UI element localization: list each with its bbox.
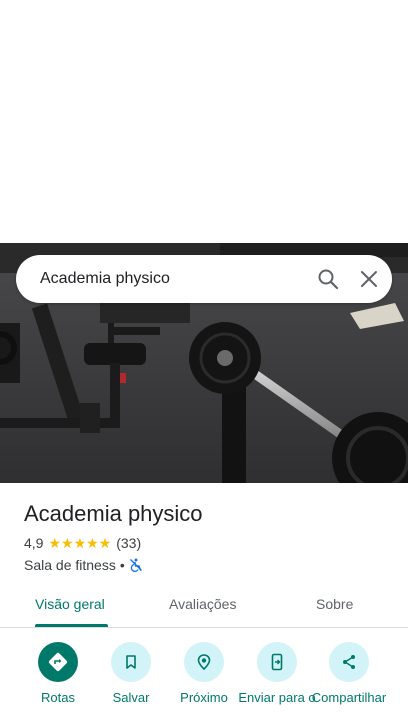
rating-value: 4,9 <box>24 535 44 551</box>
tab-bar: Visão geral Avaliações Sobre <box>0 588 408 628</box>
map-blank-area <box>0 0 408 243</box>
directions-label: Rotas <box>41 690 75 705</box>
directions-icon <box>38 642 78 682</box>
tab-about[interactable]: Sobre <box>316 596 353 612</box>
review-count: (33) <box>116 535 142 551</box>
share-button[interactable]: Compartilhar <box>309 642 389 705</box>
separator: • <box>119 557 125 573</box>
share-icon <box>329 642 369 682</box>
search-icon[interactable] <box>316 267 340 291</box>
share-label: Compartilhar <box>311 690 387 705</box>
action-bar: Rotas Salvar Próximo Enviar para o Compa… <box>0 640 408 726</box>
close-icon[interactable] <box>357 267 381 291</box>
save-button[interactable]: Salvar <box>91 642 171 705</box>
wheelchair-inaccessible-icon <box>128 557 144 573</box>
send-to-phone-button[interactable]: Enviar para o <box>237 642 317 705</box>
nearby-label: Próximo <box>180 690 228 705</box>
category-row: Sala de fitness • <box>24 556 394 574</box>
send-to-phone-label: Enviar para o <box>238 690 316 705</box>
send-to-phone-icon <box>257 642 297 682</box>
place-info: Academia physico 4,9 ★★★★★ (33) Sala de … <box>24 500 394 574</box>
active-tab-indicator <box>35 624 108 627</box>
place-title: Academia physico <box>24 501 203 526</box>
rating-row[interactable]: 4,9 ★★★★★ (33) <box>24 534 394 552</box>
save-label: Salvar <box>112 690 150 705</box>
tab-reviews[interactable]: Avaliações <box>169 596 236 612</box>
search-input[interactable]: Academia physico <box>40 269 170 289</box>
bookmark-icon <box>111 642 151 682</box>
directions-button[interactable]: Rotas <box>18 642 98 705</box>
tab-overview[interactable]: Visão geral <box>35 596 105 612</box>
rating-stars: ★★★★★ <box>48 534 112 551</box>
place-category: Sala de fitness <box>24 557 116 573</box>
nearby-icon <box>184 642 224 682</box>
search-bar[interactable]: Academia physico <box>16 255 392 303</box>
nearby-button[interactable]: Próximo <box>164 642 244 705</box>
